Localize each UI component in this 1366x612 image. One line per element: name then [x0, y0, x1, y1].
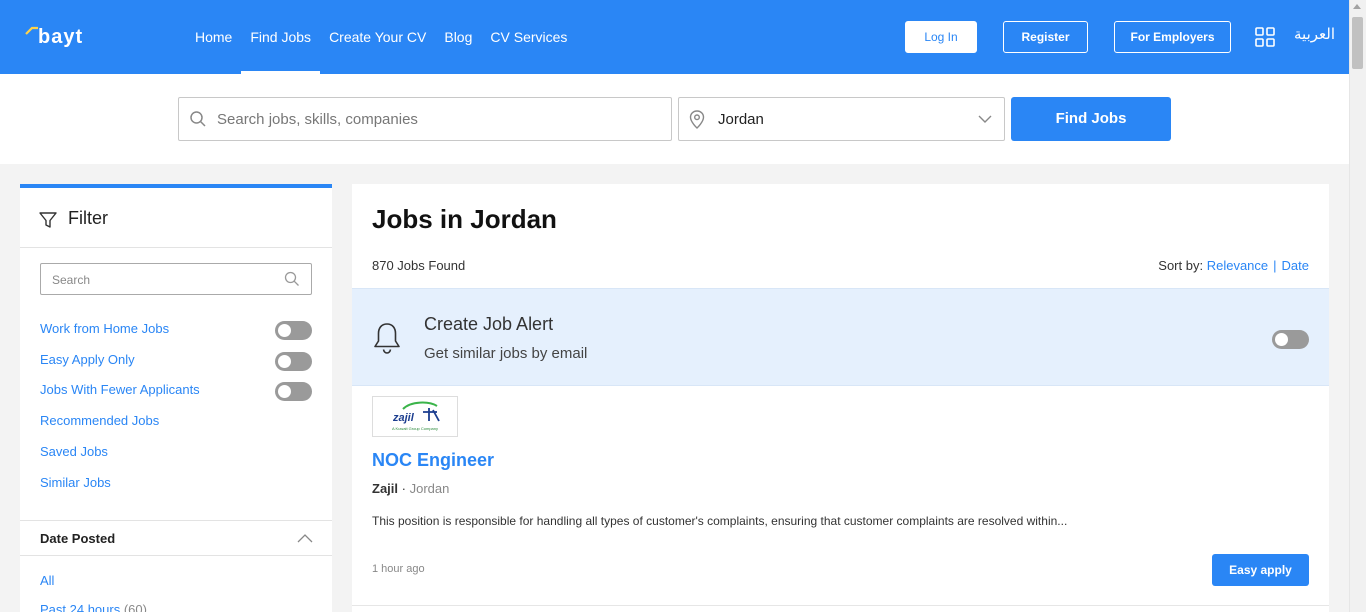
main-nav: Home Find Jobs Create Your CV Blog CV Se…	[186, 0, 576, 74]
company-logo[interactable]: zajil A Kuwait Group Company	[372, 396, 458, 437]
easy-apply-toggle[interactable]	[275, 352, 312, 371]
job-title-link[interactable]: NOC Engineer	[372, 450, 494, 471]
search-band: Search jobs, skills, companies Jordan Fi…	[0, 74, 1349, 164]
easy-apply-button[interactable]: Easy apply	[1212, 554, 1309, 586]
date-posted-title: Date Posted	[40, 531, 116, 546]
jobs-found-count: 870 Jobs Found	[372, 258, 466, 273]
filter-fewer-applicants[interactable]: Jobs With Fewer Applicants	[40, 382, 200, 397]
for-employers-button[interactable]: For Employers	[1114, 21, 1231, 53]
job-search-input[interactable]: Search jobs, skills, companies	[178, 97, 672, 141]
logo-subtext: A Kuwait Group Company	[392, 426, 438, 431]
find-jobs-button[interactable]: Find Jobs	[1011, 97, 1171, 141]
similar-jobs-link[interactable]: Similar Jobs	[40, 475, 111, 490]
job-posted-time: 1 hour ago	[372, 563, 425, 575]
date-posted-section-header[interactable]: Date Posted	[20, 520, 332, 556]
job-alert-banner: Create Job Alert Get similar jobs by ema…	[352, 288, 1329, 386]
page-title: Jobs in Jordan	[372, 204, 557, 234]
saved-jobs-link[interactable]: Saved Jobs	[40, 444, 108, 459]
nav-find-jobs[interactable]: Find Jobs	[241, 0, 320, 74]
search-placeholder: Search jobs, skills, companies	[217, 111, 418, 128]
job-company[interactable]: Zajil	[372, 481, 398, 496]
search-icon	[284, 271, 299, 286]
location-pin-icon	[689, 110, 705, 129]
filter-easy-apply[interactable]: Easy Apply Only	[40, 352, 135, 367]
job-alert-toggle[interactable]	[1272, 330, 1309, 349]
results-panel: Jobs in Jordan 870 Jobs Found Sort by: R…	[352, 184, 1329, 612]
nav-create-cv[interactable]: Create Your CV	[320, 0, 435, 74]
job-description: This position is responsible for handlin…	[372, 514, 1068, 528]
date-option-label: Past 24 hours	[40, 602, 121, 612]
job-alert-title: Create Job Alert	[424, 314, 554, 334]
sort-separator: |	[1273, 258, 1277, 273]
filter-funnel-icon	[39, 212, 57, 228]
recommended-jobs-link[interactable]: Recommended Jobs	[40, 413, 159, 428]
sort-by-label: Sort by:	[1158, 258, 1204, 273]
top-header: bayt Home Find Jobs Create Your CV Blog …	[0, 0, 1349, 74]
date-option-all[interactable]: All	[40, 573, 54, 588]
scroll-up-arrow-icon[interactable]	[1353, 4, 1361, 9]
job-meta: Zajil · Jordan	[372, 481, 449, 496]
sort-date-link[interactable]: Date	[1282, 258, 1309, 273]
meta-separator: ·	[401, 481, 410, 496]
filter-work-from-home[interactable]: Work from Home Jobs	[40, 321, 169, 336]
job-divider	[352, 605, 1329, 606]
nav-cv-services[interactable]: CV Services	[481, 0, 576, 74]
logo-text: zajil	[392, 412, 415, 424]
filter-title: Filter	[68, 208, 108, 228]
svg-text:bayt: bayt	[38, 26, 83, 48]
sort-by: Sort by: Relevance | Date	[1158, 258, 1309, 273]
nav-blog[interactable]: Blog	[435, 0, 481, 74]
date-option-past-24-hours[interactable]: Past 24 hours (60)	[40, 602, 147, 612]
page-scrollbar[interactable]	[1349, 0, 1366, 612]
filter-search-placeholder: Search	[52, 273, 91, 287]
bayt-logo[interactable]: bayt	[24, 24, 114, 48]
apps-grid-icon[interactable]	[1255, 27, 1275, 47]
search-icon	[190, 111, 206, 127]
register-button[interactable]: Register	[1003, 21, 1088, 53]
filter-header: Filter	[20, 188, 332, 248]
chevron-up-icon[interactable]	[297, 534, 313, 543]
location-value: Jordan	[718, 111, 764, 128]
location-select[interactable]: Jordan	[678, 97, 1005, 141]
language-switch[interactable]: العربية	[1294, 25, 1335, 43]
work-from-home-toggle[interactable]	[275, 321, 312, 340]
fewer-applicants-toggle[interactable]	[275, 382, 312, 401]
job-location: Jordan	[409, 481, 450, 496]
zajil-logo: zajil A Kuwait Group Company	[392, 401, 440, 431]
filter-panel: Filter Search Work from Home Jobs Easy A…	[20, 184, 332, 612]
nav-home[interactable]: Home	[186, 0, 241, 74]
chevron-down-icon	[978, 115, 992, 123]
date-option-count: (60)	[123, 602, 147, 612]
bell-icon	[374, 323, 400, 354]
filter-search-input[interactable]: Search	[40, 263, 312, 295]
sort-relevance-link[interactable]: Relevance	[1207, 258, 1268, 273]
login-button[interactable]: Log In	[905, 21, 977, 53]
scrollbar-thumb[interactable]	[1352, 17, 1363, 69]
job-alert-subtitle: Get similar jobs by email	[424, 345, 588, 362]
